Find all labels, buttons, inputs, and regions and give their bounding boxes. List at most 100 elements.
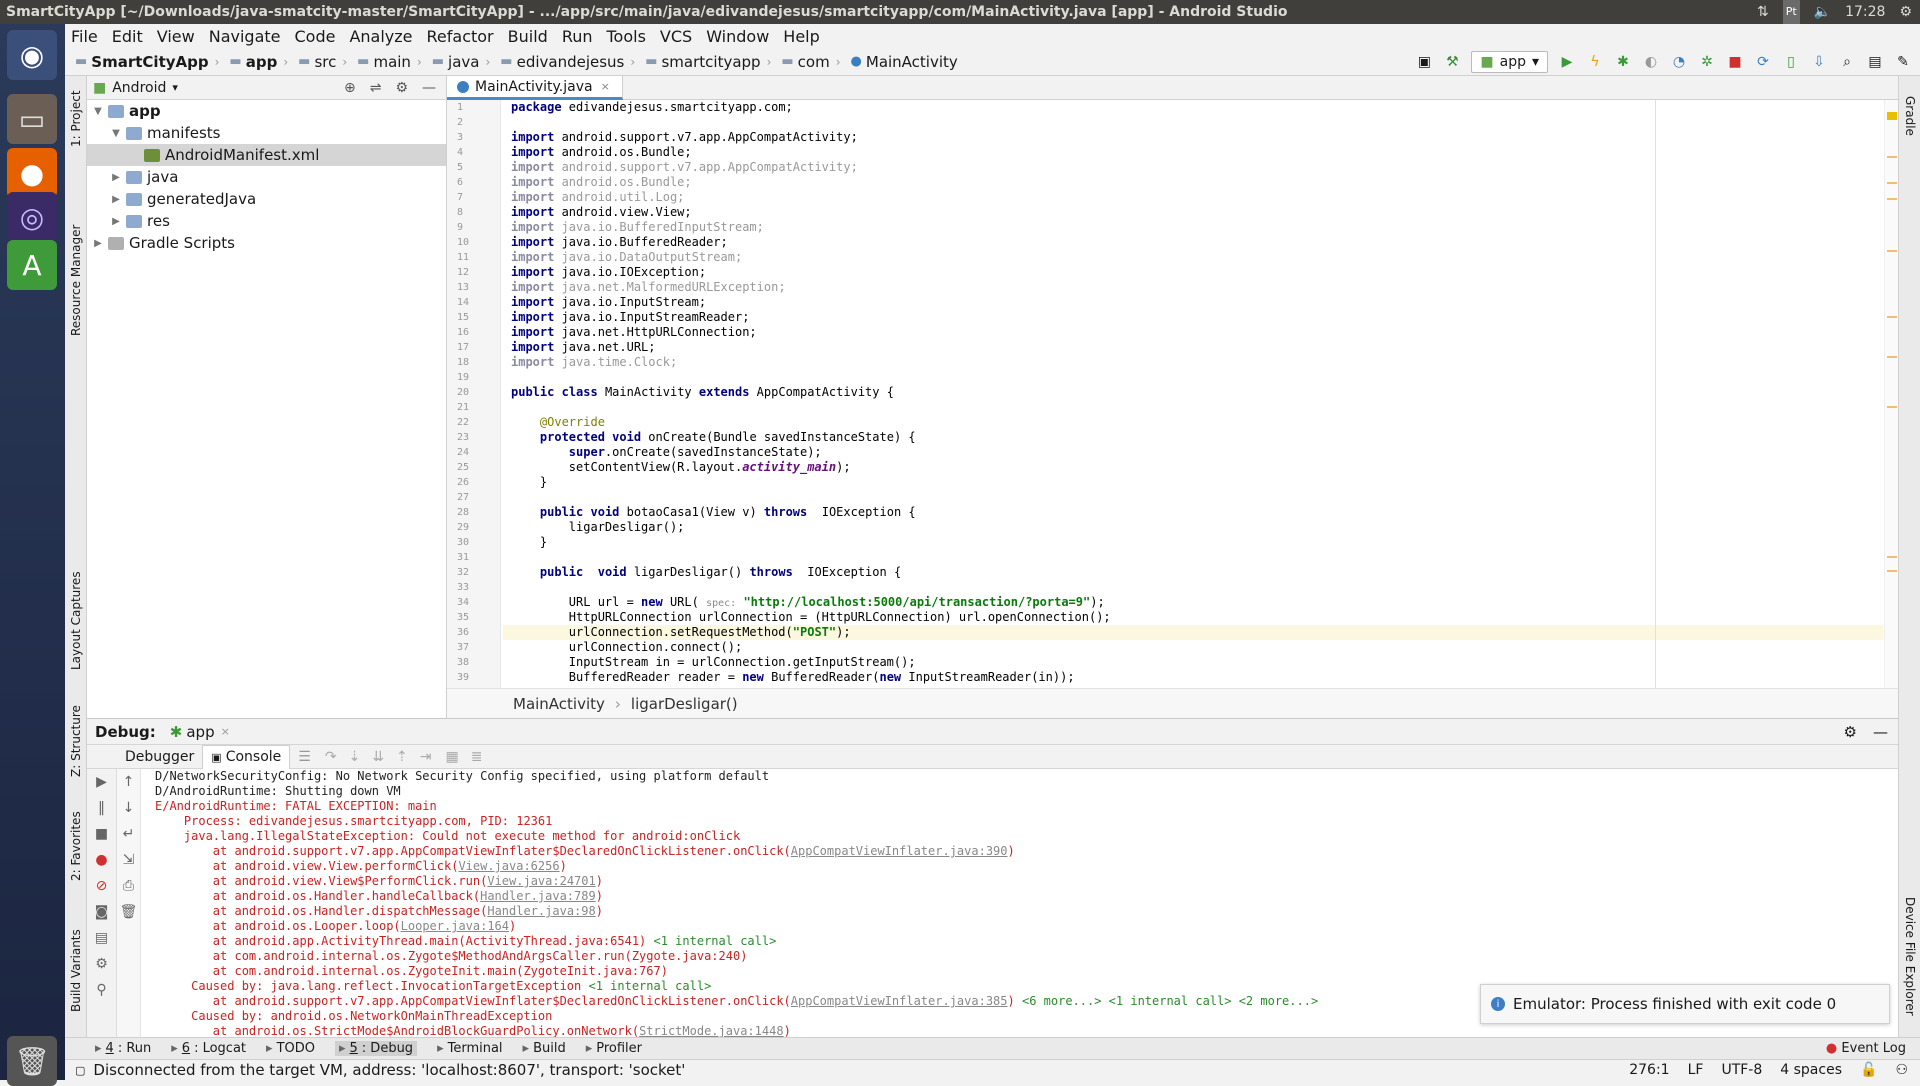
- stop-icon[interactable]: ■: [87, 821, 116, 847]
- tree-item[interactable]: ▼ manifests: [87, 122, 446, 144]
- marker[interactable]: [1887, 356, 1897, 358]
- menu-edit[interactable]: Edit: [112, 27, 143, 46]
- apply-changes-icon[interactable]: ϟ: [1586, 53, 1604, 71]
- source-link[interactable]: View.java:24701: [487, 874, 595, 888]
- bottom-tab[interactable]: ▸ Profiler: [586, 1041, 642, 1056]
- code-line[interactable]: [503, 490, 1883, 505]
- code-line[interactable]: super.onCreate(savedInstanceState);: [503, 445, 1883, 460]
- code-line[interactable]: [503, 550, 1883, 565]
- expand-arrow-icon[interactable]: ▶: [109, 194, 123, 205]
- layout-icon[interactable]: ▤: [87, 925, 116, 951]
- code-line[interactable]: ligarDesligar();: [503, 520, 1883, 535]
- bottom-tab[interactable]: ▸ Build: [523, 1041, 566, 1056]
- network-icon[interactable]: ⇅: [1757, 0, 1769, 24]
- code-line[interactable]: [503, 400, 1883, 415]
- code-line[interactable]: import java.time.Clock;: [503, 355, 1883, 370]
- sdk-manager-icon[interactable]: ⇩: [1810, 53, 1828, 71]
- code-line[interactable]: import java.io.DataOutputStream;: [503, 250, 1883, 265]
- tab-resource-manager[interactable]: Resource Manager: [65, 180, 87, 380]
- breadcrumb-mainactivity[interactable]: ● MainActivity: [851, 53, 958, 71]
- wrench-icon[interactable]: ✎: [1894, 53, 1912, 71]
- breadcrumb-edivandejesus[interactable]: ▬ edivandejesus ›: [500, 53, 635, 71]
- marker[interactable]: [1887, 198, 1897, 200]
- coverage-icon[interactable]: ◐: [1642, 53, 1660, 71]
- layout-icon[interactable]: ▣: [1415, 53, 1433, 71]
- keyboard-layout[interactable]: Pt: [1782, 0, 1800, 25]
- bottom-tab[interactable]: ▸ 5: Debug: [334, 1041, 418, 1056]
- clock[interactable]: 17:28: [1845, 0, 1885, 24]
- close-icon[interactable]: ×: [601, 80, 610, 93]
- code-line[interactable]: import java.net.HttpURLConnection;: [503, 325, 1883, 340]
- tab-gradle[interactable]: Gradle: [1899, 86, 1920, 146]
- project-view-select[interactable]: Android: [112, 80, 166, 96]
- gear-icon[interactable]: ⚙: [87, 951, 116, 977]
- menu-refactor[interactable]: Refactor: [427, 27, 494, 46]
- menu-icon[interactable]: ☰: [298, 749, 311, 765]
- settings-icon[interactable]: ⚙: [1899, 0, 1912, 24]
- evaluate-icon[interactable]: ▦: [446, 749, 459, 765]
- breadcrumb-smartcityapp[interactable]: ▬ SmartCityApp ›: [75, 53, 219, 71]
- tab-device-file-explorer[interactable]: Device File Explorer: [1899, 886, 1920, 1026]
- minimize-icon[interactable]: —: [422, 80, 436, 96]
- code-line[interactable]: @Override: [503, 415, 1883, 430]
- step-into-icon[interactable]: ⇣: [349, 749, 361, 765]
- tree-item[interactable]: ▶ Gradle Scripts: [87, 232, 446, 254]
- tab-layout-captures[interactable]: Layout Captures: [65, 566, 87, 676]
- tab-project[interactable]: 1: Project: [65, 84, 87, 154]
- minimize-icon[interactable]: —: [1873, 723, 1888, 741]
- crumb-method[interactable]: ligarDesligar(): [631, 695, 738, 713]
- marker[interactable]: [1887, 316, 1897, 318]
- code-line[interactable]: InputStream in = urlConnection.getInputS…: [503, 655, 1883, 670]
- file-encoding[interactable]: UTF-8: [1721, 1062, 1762, 1078]
- source-link[interactable]: AppCompatViewInflater.java:390: [791, 844, 1008, 858]
- source-link[interactable]: StrictMode.java:1448: [639, 1024, 784, 1038]
- code-line[interactable]: import java.io.InputStreamReader;: [503, 310, 1883, 325]
- caret-position[interactable]: 276:1: [1629, 1062, 1669, 1078]
- tree-item[interactable]: ▶ java: [87, 166, 446, 188]
- memory-icon[interactable]: ⚇: [1895, 1062, 1908, 1078]
- source-link[interactable]: View.java:6256: [458, 859, 559, 873]
- expand-arrow-icon[interactable]: ▶: [91, 238, 105, 249]
- code-line[interactable]: public void ligarDesligar() throws IOExc…: [503, 565, 1883, 580]
- collapse-icon[interactable]: ⇌: [370, 80, 382, 96]
- tree-item[interactable]: AndroidManifest.xml: [87, 144, 446, 166]
- notification-balloon[interactable]: i Emulator: Process finished with exit c…: [1480, 984, 1890, 1024]
- code-line[interactable]: [503, 115, 1883, 130]
- expand-arrow-icon[interactable]: ▶: [109, 216, 123, 227]
- marker[interactable]: [1887, 556, 1897, 558]
- tree-item[interactable]: ▼ app: [87, 100, 446, 122]
- menu-file[interactable]: File: [71, 27, 98, 46]
- code-line[interactable]: package edivandejesus.smartcityapp.com;: [503, 100, 1883, 115]
- event-log-button[interactable]: ● Event Log: [1826, 1041, 1906, 1056]
- code-line[interactable]: public class MainActivity extends AppCom…: [503, 385, 1883, 400]
- trace-icon[interactable]: ≣: [471, 749, 483, 765]
- breadcrumb-com[interactable]: ▬ com ›: [781, 53, 840, 71]
- source-link[interactable]: Handler.java:98: [487, 904, 595, 918]
- locate-icon[interactable]: ⊕: [344, 80, 356, 96]
- expand-arrow-icon[interactable]: ▼: [91, 106, 105, 117]
- menu-window[interactable]: Window: [706, 27, 769, 46]
- code-line[interactable]: import java.io.BufferedReader;: [503, 235, 1883, 250]
- code-line[interactable]: import java.io.BufferedInputStream;: [503, 220, 1883, 235]
- run-icon[interactable]: ▶: [1558, 53, 1576, 71]
- breadcrumb-smartcityapp-pkg[interactable]: ▬ smartcityapp ›: [645, 53, 771, 71]
- code-line[interactable]: public void botaoCasa1(View v) throws IO…: [503, 505, 1883, 520]
- code-line[interactable]: protected void onCreate(Bundle savedInst…: [503, 430, 1883, 445]
- view-breakpoints-icon[interactable]: ●: [87, 847, 116, 873]
- code-line[interactable]: setContentView(R.layout.activity_main);: [503, 460, 1883, 475]
- code-line[interactable]: [503, 580, 1883, 595]
- code-line[interactable]: }: [503, 535, 1883, 550]
- folded-frames[interactable]: <6 more...> <1 internal call> <2 more...…: [1022, 994, 1318, 1008]
- marker[interactable]: [1887, 182, 1897, 184]
- tab-structure[interactable]: Z: Structure: [65, 696, 87, 786]
- code-line[interactable]: import android.support.v7.app.AppCompatA…: [503, 130, 1883, 145]
- menu-view[interactable]: View: [157, 27, 195, 46]
- trash-icon[interactable]: 🗑: [7, 1036, 57, 1086]
- menu-code[interactable]: Code: [295, 27, 336, 46]
- step-over-icon[interactable]: ↷: [325, 749, 337, 765]
- code-line[interactable]: import android.os.Bundle;: [503, 145, 1883, 160]
- pause-icon[interactable]: ‖: [87, 795, 116, 821]
- status-icon[interactable]: ▢: [75, 1064, 85, 1077]
- indent-setting[interactable]: 4 spaces: [1780, 1062, 1842, 1078]
- code-line[interactable]: import android.view.View;: [503, 205, 1883, 220]
